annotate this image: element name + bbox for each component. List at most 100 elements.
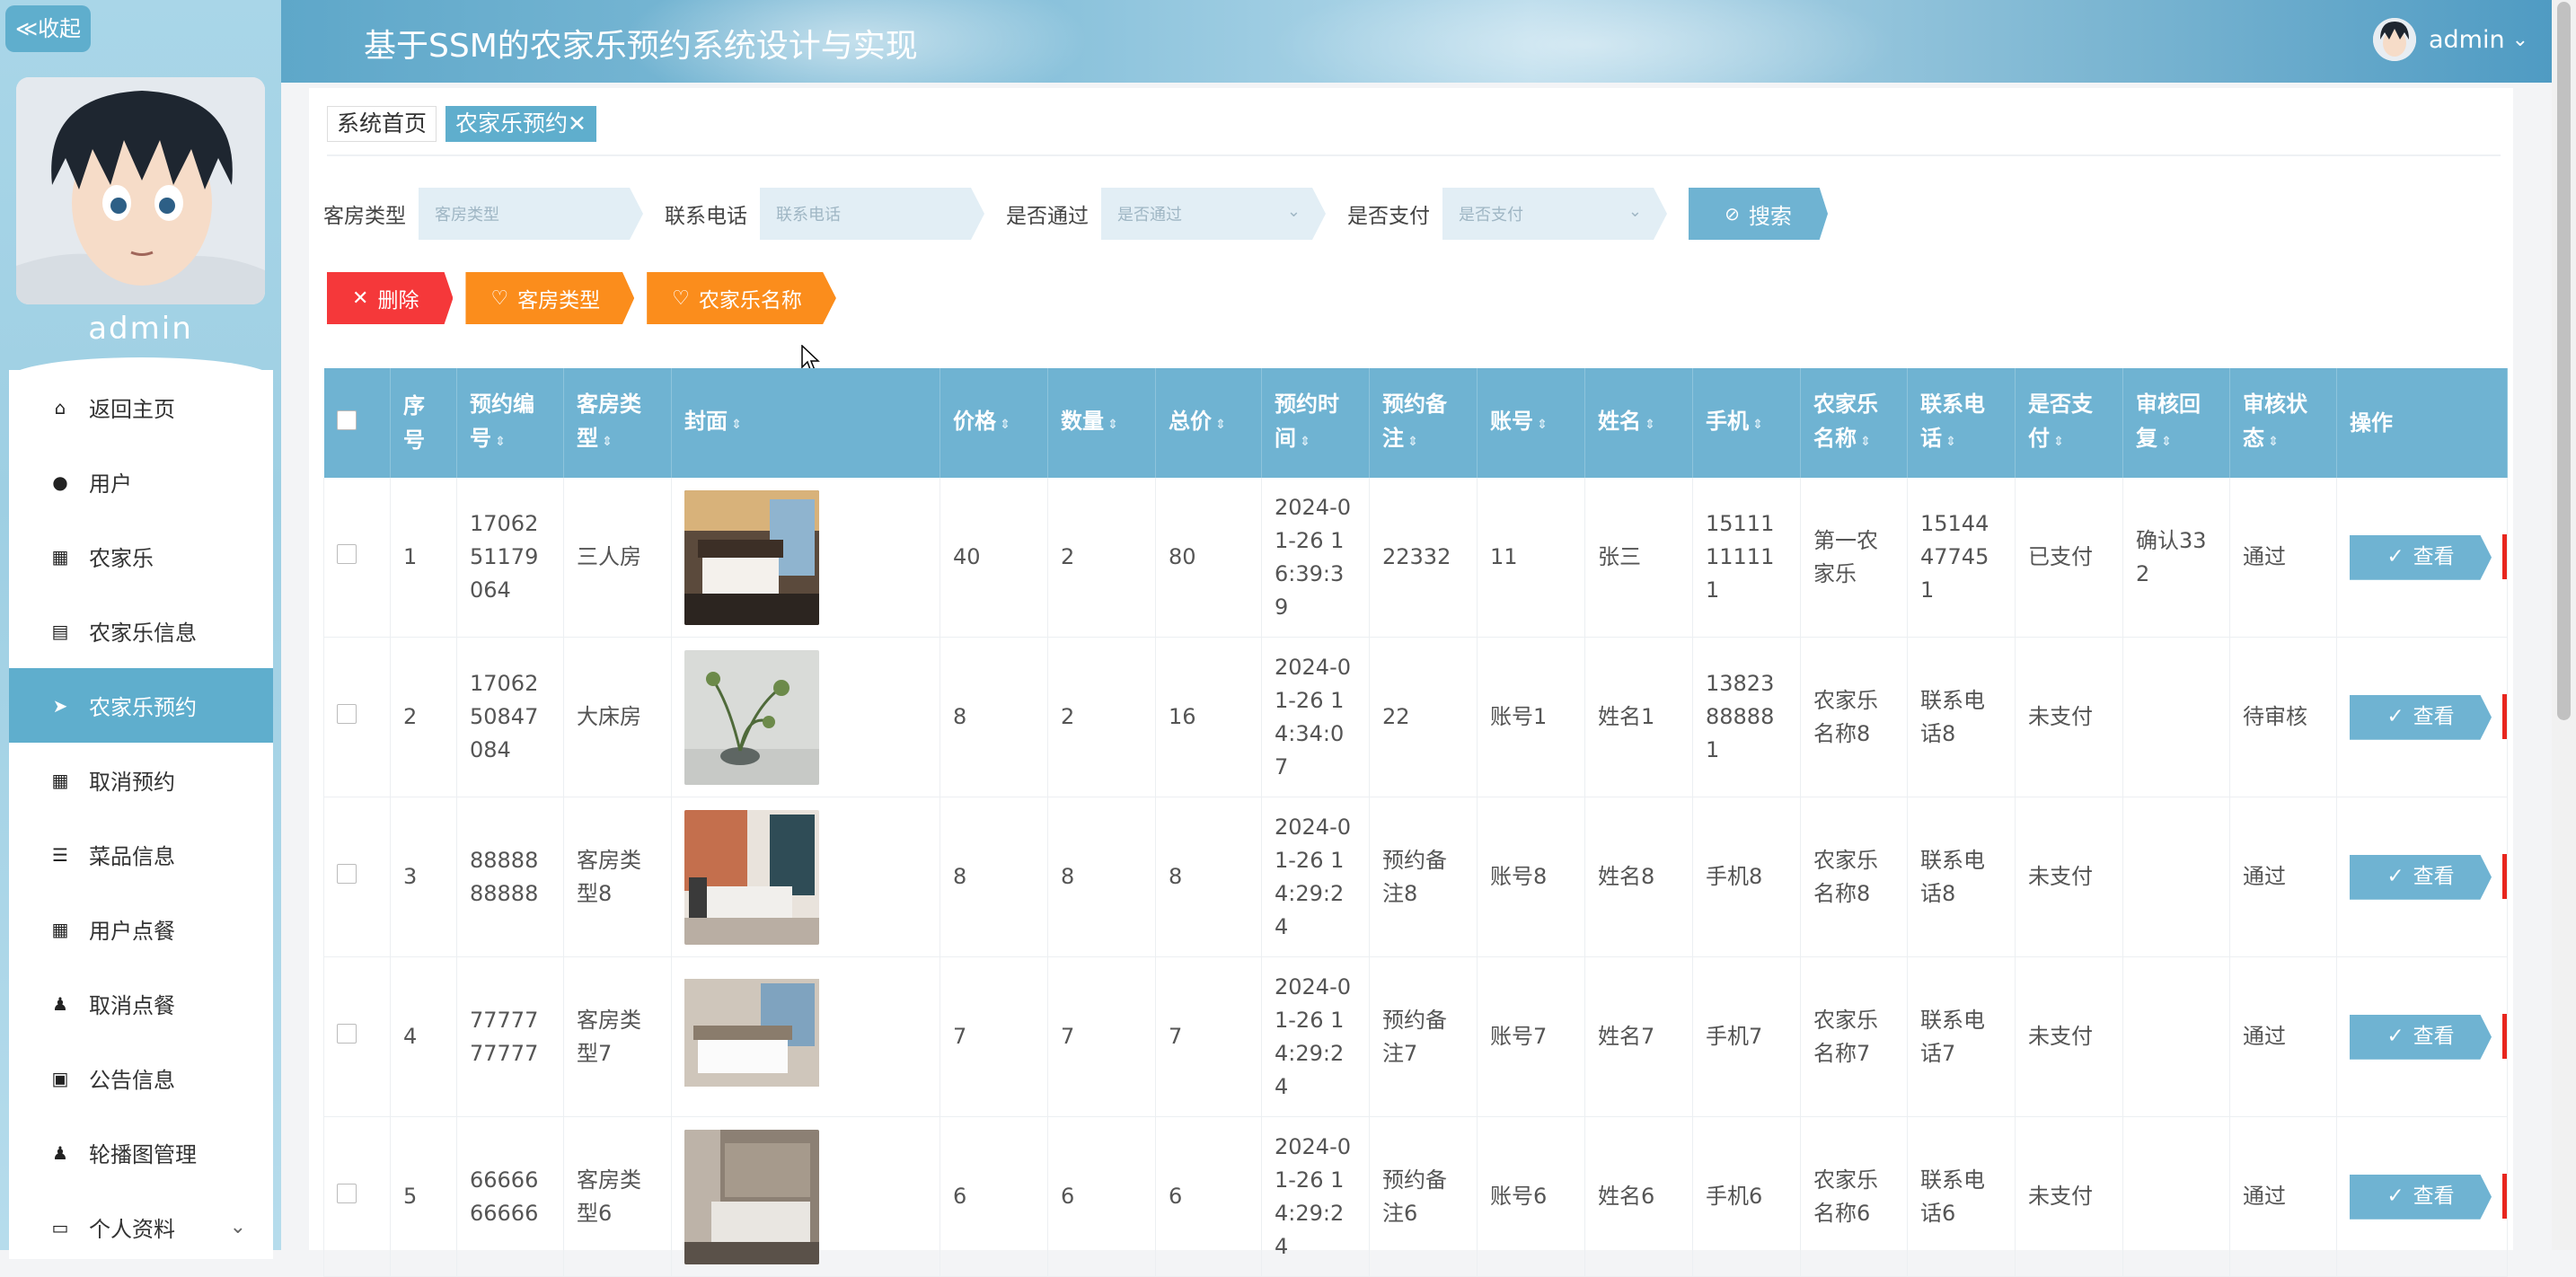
column-header[interactable]: 数量 ⇕ [1047, 368, 1156, 478]
room-photo-thumbnail[interactable] [684, 489, 819, 625]
tab-home[interactable]: 系统首页 [327, 106, 437, 142]
table-row: 3 8888888888 客房类型8 8 8 8 2024-01-26 14:2… [323, 797, 2508, 957]
sidebar-item-notices[interactable]: ▣ 公告信息 [9, 1041, 273, 1115]
cell-name: 姓名6 [1584, 1116, 1693, 1277]
card-icon: ▭ [51, 1216, 69, 1238]
column-header[interactable]: 账号 ⇕ [1477, 368, 1585, 478]
cell-total: 16 [1155, 637, 1262, 797]
room-type-placeholder: 客房类型 [435, 206, 499, 225]
page-scrollbar[interactable] [2552, 0, 2576, 1250]
delete-button-partial[interactable] [2502, 1174, 2507, 1220]
contact-phone-input[interactable]: 联系电话 [760, 188, 984, 240]
user-menu[interactable]: admin ⌄ [2372, 18, 2528, 61]
tab-label: 农家乐预约 [455, 110, 569, 137]
view-button[interactable]: ✓ 查看 [2350, 1174, 2492, 1220]
search-button[interactable]: ⊘ 搜索 [1689, 188, 1828, 240]
cell-note: 预约备注8 [1369, 797, 1478, 957]
delete-button-partial[interactable] [2502, 694, 2507, 740]
cell-no: 5 [390, 1116, 457, 1277]
cell-quantity: 7 [1047, 956, 1156, 1117]
row-select-cell [323, 478, 391, 638]
room-photo-thumbnail[interactable] [684, 1129, 819, 1264]
approved-select[interactable]: 是否通过 ⌄ [1101, 188, 1326, 240]
table-header-row: 序号 预约编号 ⇕ 客房类型 ⇕ 封面 ⇕ 价格 ⇕ 数量 ⇕ 总价 ⇕ 预约时间 ⇕ 预约备… [323, 368, 2508, 478]
column-header[interactable]: 客房类型 ⇕ [563, 368, 672, 478]
cell-farmstay-name: 农家乐名称8 [1800, 797, 1908, 957]
delete-button-label: 删除 [377, 289, 419, 313]
column-header[interactable]: 审核回复 ⇕ [2122, 368, 2230, 478]
sidebar-item-cancel-orders[interactable]: ♟ 取消点餐 [9, 966, 273, 1041]
view-button[interactable]: ✓ 查看 [2350, 854, 2492, 900]
search-form: 客房类型 客房类型 联系电话 联系电话 是否通过 是否通过 ⌄ 是否支付 是否支付… [323, 187, 1828, 241]
avatar [16, 77, 265, 304]
column-header[interactable]: 预约时间 ⇕ [1261, 368, 1370, 478]
delete-button[interactable]: ✕ 删除 [327, 272, 454, 324]
column-header[interactable]: 序号 [390, 368, 457, 478]
close-icon[interactable]: ✕ [568, 110, 587, 137]
delete-button-partial[interactable] [2502, 534, 2507, 580]
column-header[interactable]: 手机 ⇕ [1692, 368, 1801, 478]
view-button-label: 查看 [2413, 705, 2455, 729]
view-button[interactable]: ✓ 查看 [2350, 694, 2492, 740]
sidebar-item-farmstay-info[interactable]: ▤ 农家乐信息 [9, 594, 273, 668]
column-header[interactable]: 农家乐名称 ⇕ [1800, 368, 1908, 478]
row-checkbox[interactable] [337, 1024, 357, 1044]
room-photo-thumbnail[interactable] [684, 969, 819, 1105]
chevron-down-icon: ⌄ [229, 1216, 246, 1238]
column-header[interactable]: 预约编号 ⇕ [456, 368, 564, 478]
row-checkbox[interactable] [337, 864, 357, 884]
sidebar-item-farmstay[interactable]: ▦ 农家乐 [9, 519, 273, 594]
column-header[interactable]: 联系电话 ⇕ [1907, 368, 2016, 478]
cell-price: 8 [940, 797, 1048, 957]
farmstay-name-stats-label: 农家乐名称 [698, 289, 802, 313]
sort-icon: ⇕ [1945, 435, 1956, 449]
view-button-label: 查看 [2413, 545, 2455, 569]
pin-icon: ● [52, 471, 68, 493]
sidebar-item-cancel-booking[interactable]: ▦ 取消预约 [9, 743, 273, 817]
room-photo-thumbnail[interactable] [684, 809, 819, 945]
column-header: 操作 [2336, 368, 2508, 478]
collapse-button[interactable]: ≪收起 [5, 5, 91, 52]
sidebar-item-home[interactable]: ⌂ 返回主页 [9, 370, 273, 445]
sidebar-item-farmstay-booking[interactable]: ➤ 农家乐预约 [9, 668, 273, 743]
scrollbar-thumb[interactable] [2557, 2, 2571, 720]
column-header[interactable]: 审核状态 ⇕ [2229, 368, 2337, 478]
select-all-checkbox[interactable] [336, 410, 357, 430]
tab-farmstay-booking[interactable]: 农家乐预约✕ [446, 106, 596, 142]
chevron-down-icon: ⌄ [1286, 202, 1301, 221]
sidebar-item-carousel[interactable]: ♟ 轮播图管理 [9, 1115, 273, 1190]
column-header-label: 价格 [953, 409, 996, 434]
row-checkbox[interactable] [337, 544, 357, 564]
sort-icon: ⇕ [2053, 435, 2064, 449]
sidebar-item-users[interactable]: ● 用户 [9, 445, 273, 519]
delete-button-partial[interactable] [2502, 1014, 2507, 1060]
cell-room-type: 三人房 [563, 478, 672, 638]
cell-cover [671, 956, 940, 1117]
column-header[interactable]: 封面 ⇕ [671, 368, 940, 478]
column-header[interactable]: 总价 ⇕ [1155, 368, 1262, 478]
cell-no: 1 [390, 478, 457, 638]
column-header[interactable]: 是否支付 ⇕ [2015, 368, 2123, 478]
sort-icon: ⇕ [602, 435, 613, 449]
anime-avatar-image [16, 77, 265, 304]
cell-order-no: 1706250847084 [456, 637, 564, 797]
column-header[interactable]: 预约备注 ⇕ [1369, 368, 1478, 478]
view-button[interactable]: ✓ 查看 [2350, 534, 2492, 580]
view-button[interactable]: ✓ 查看 [2350, 1014, 2492, 1060]
row-checkbox[interactable] [337, 1184, 357, 1203]
room-type-input[interactable]: 客房类型 [419, 188, 643, 240]
sidebar-item-profile[interactable]: ▭ 个人资料 ⌄ [9, 1190, 273, 1264]
paid-select[interactable]: 是否支付 ⌄ [1442, 188, 1667, 240]
row-checkbox[interactable] [337, 704, 357, 724]
cell-name: 姓名7 [1584, 956, 1693, 1117]
sidebar-item-dishes[interactable]: ☰ 菜品信息 [9, 817, 273, 892]
column-header[interactable]: 姓名 ⇕ [1584, 368, 1693, 478]
paid-placeholder: 是否支付 [1459, 206, 1523, 225]
calendar-check-icon: ▣ [51, 1067, 69, 1089]
sidebar-item-user-orders[interactable]: ▦ 用户点餐 [9, 892, 273, 966]
column-header[interactable]: 价格 ⇕ [940, 368, 1048, 478]
room-photo-thumbnail[interactable] [684, 649, 819, 785]
farmstay-name-stats-button[interactable]: ♡ 农家乐名称 [647, 272, 836, 324]
room-type-stats-button[interactable]: ♡ 客房类型 [465, 272, 635, 324]
delete-button-partial[interactable] [2502, 854, 2507, 900]
